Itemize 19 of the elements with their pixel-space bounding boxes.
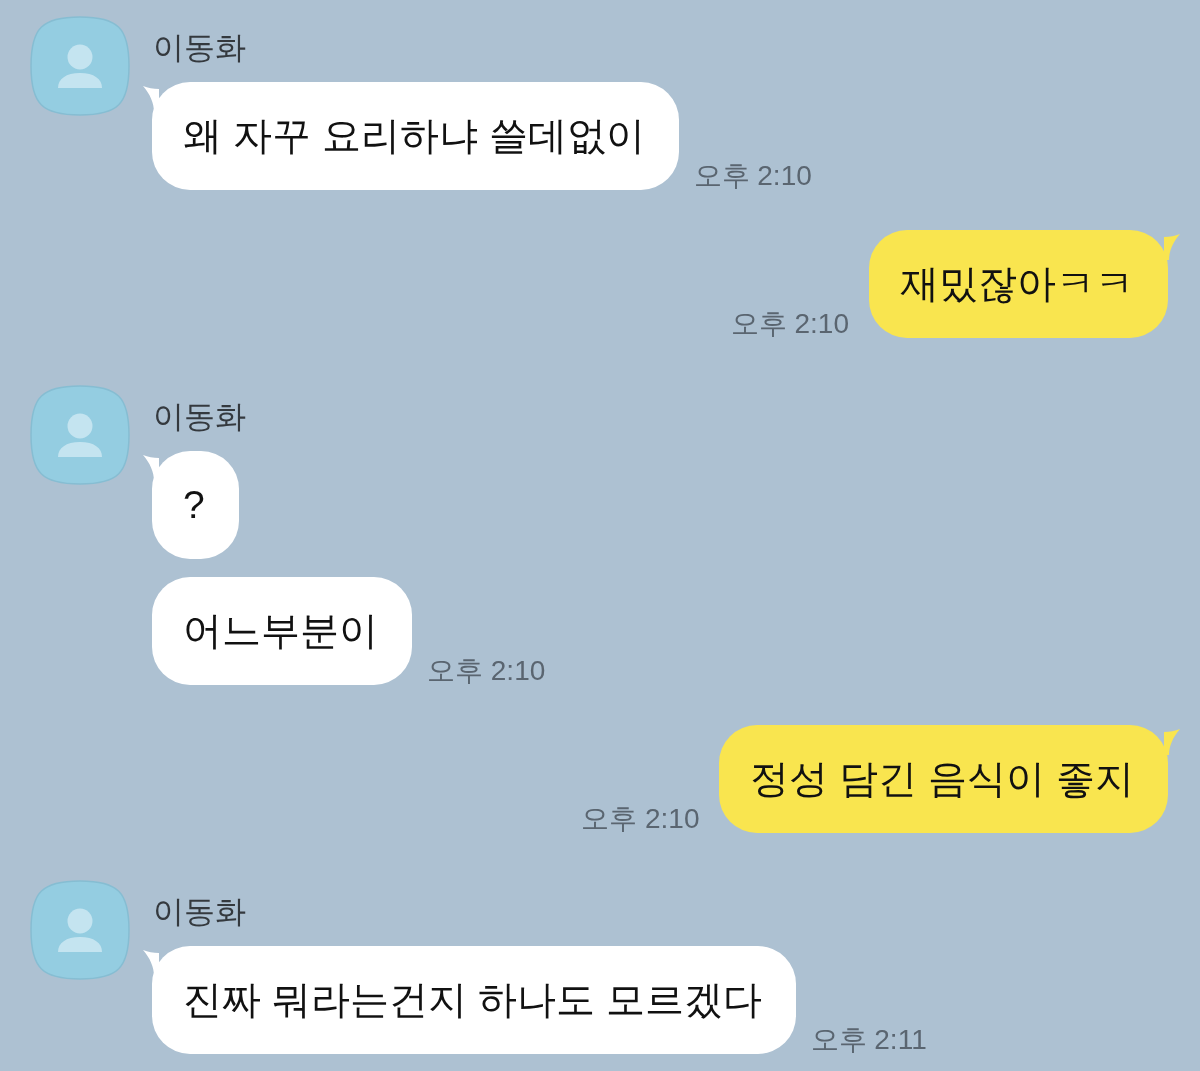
sender-name: 이동화	[153, 399, 246, 435]
sender-name: 이동화	[153, 30, 246, 66]
message-bubble: 어느부분이	[152, 577, 412, 685]
bubble-tail-icon	[1164, 234, 1180, 260]
message-bubble: ?	[152, 451, 239, 559]
avatar-icon[interactable]	[30, 880, 130, 980]
message-time: 오후 2:10	[581, 805, 700, 833]
message-bubble: 정성 담긴 음식이 좋지	[719, 725, 1168, 833]
message-bubble: 진짜 뭐라는건지 하나도 모르겠다	[152, 946, 796, 1054]
message-time: 오후 2:10	[730, 310, 849, 338]
sender-name: 이동화	[153, 894, 246, 930]
message-time: 오후 2:10	[693, 162, 812, 190]
message-time: 오후 2:10	[427, 657, 546, 685]
bubble-tail-icon	[1164, 729, 1180, 755]
message-bubble: 왜 자꾸 요리하냐 쓸데없이	[152, 82, 679, 190]
message-time: 오후 2:11	[810, 1026, 927, 1054]
message-bubble: 재밌잖아ㅋㅋ	[869, 230, 1168, 338]
avatar-icon[interactable]	[30, 385, 130, 485]
avatar-icon[interactable]	[30, 16, 130, 116]
